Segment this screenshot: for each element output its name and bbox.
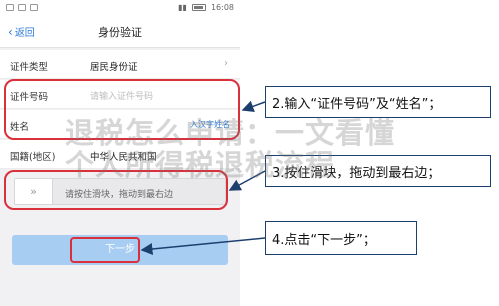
notification-icon: [30, 4, 38, 11]
id-type-value: 居民身份证: [90, 62, 138, 73]
highlight-box-next-button: [70, 237, 140, 263]
status-time: 16:08: [210, 3, 234, 12]
notification-icon: [6, 4, 14, 11]
form-row-id-type[interactable]: 证件类型 居民身份证 ›: [0, 50, 240, 79]
chevron-right-icon: ›: [224, 58, 228, 69]
signal-icon: ▮▮: [178, 3, 187, 12]
page-title: 身份验证: [98, 26, 142, 39]
field-label: 国籍(地区): [10, 152, 56, 163]
notification-icon: [18, 4, 26, 11]
status-bar: ▮▮ 16:08: [0, 0, 240, 16]
callout-step-2: 2.输入“证件号码”及“姓名”；: [265, 86, 491, 118]
nationality-value: 中华人民共和国: [90, 152, 157, 163]
arrow-line: [241, 100, 266, 113]
callout-step-4: 4.点击“下一步”；: [265, 221, 417, 255]
callout-step-3: 3.按住滑块，拖动到最右边；: [265, 155, 491, 187]
highlight-box-id-fields: [4, 79, 240, 140]
battery-icon: [191, 4, 206, 11]
field-label: 证件类型: [10, 62, 49, 73]
navigation-bar: ‹ 返回 身份验证: [0, 16, 240, 48]
form-row-nationality[interactable]: 国籍(地区) 中华人民共和国: [0, 140, 240, 169]
highlight-box-slider: [4, 170, 228, 210]
